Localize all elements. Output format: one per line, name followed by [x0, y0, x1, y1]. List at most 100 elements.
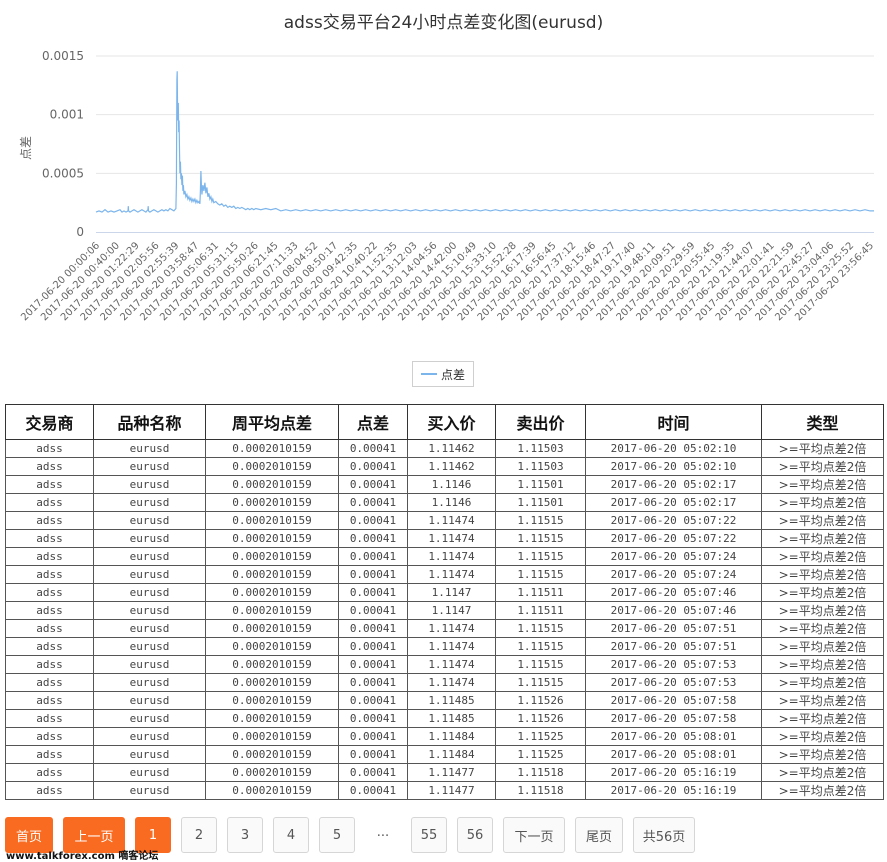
table-body: adss eurusd 0.0002010159 0.00041 1.11462 1.11… — [5, 439, 884, 800]
table-cell: adss — [5, 511, 94, 530]
table-row: adss eurusd 0.0002010159 0.00041 1.11474 1.11… — [5, 619, 884, 638]
table-cell: 2017-06-20 05:07:51 — [585, 637, 762, 656]
table-cell: eurusd — [93, 511, 206, 530]
table-cell: eurusd — [93, 673, 206, 692]
table-cell: 2017-06-20 05:07:46 — [585, 601, 762, 620]
column-header: 买入价 — [407, 404, 496, 440]
chart-legend[interactable]: 点差 — [412, 361, 474, 387]
table-cell: 1.11515 — [495, 673, 586, 692]
table-cell: eurusd — [93, 709, 206, 728]
table-cell: >=平均点差2倍 — [761, 493, 884, 512]
page-5-button[interactable]: 5 — [319, 817, 355, 853]
page-2-button[interactable]: 2 — [181, 817, 217, 853]
table-cell: 0.00041 — [338, 745, 408, 764]
column-header: 点差 — [338, 404, 408, 440]
table-cell: 0.00041 — [338, 781, 408, 800]
legend-swatch — [420, 373, 437, 375]
table-cell: 0.00041 — [338, 619, 408, 638]
series-line-spread — [95, 71, 874, 213]
table-cell: 0.00041 — [338, 583, 408, 602]
site-watermark: www.talkforex.com 嘀客论坛 — [6, 851, 159, 862]
table-cell: adss — [5, 727, 94, 746]
table-cell: 0.0002010159 — [205, 727, 339, 746]
table-cell: adss — [5, 475, 94, 494]
page-4-button[interactable]: 4 — [273, 817, 309, 853]
table-cell: 0.0002010159 — [205, 691, 339, 710]
table-cell: 0.0002010159 — [205, 493, 339, 512]
chart-title: adss交易平台24小时点差变化图(eurusd) — [284, 13, 603, 33]
table-cell: 0.0002010159 — [205, 583, 339, 602]
y-tick-label: 0.0015 — [42, 49, 84, 63]
table-cell: 1.11526 — [495, 691, 586, 710]
table-cell: 1.11485 — [407, 709, 496, 728]
table-cell: 0.00041 — [338, 475, 408, 494]
table-cell: 1.11474 — [407, 673, 496, 692]
column-header: 交易商 — [5, 404, 94, 440]
table-row: adss eurusd 0.0002010159 0.00041 1.11477 1.11… — [5, 781, 884, 800]
table-cell: 2017-06-20 05:08:01 — [585, 745, 762, 764]
table-cell: 2017-06-20 05:07:51 — [585, 619, 762, 638]
table-cell: 0.00041 — [338, 457, 408, 476]
table-cell: >=平均点差2倍 — [761, 709, 884, 728]
table-cell: adss — [5, 457, 94, 476]
table-cell: adss — [5, 493, 94, 512]
table-cell: 0.0002010159 — [205, 475, 339, 494]
table-cell: 1.11462 — [407, 439, 496, 458]
table-cell: eurusd — [93, 655, 206, 674]
table-cell: 1.11515 — [495, 565, 586, 584]
table-cell: 1.11518 — [495, 763, 586, 782]
table-cell: 1.11515 — [495, 511, 586, 530]
table-row: adss eurusd 0.0002010159 0.00041 1.11484 1.11… — [5, 727, 884, 746]
table-cell: 2017-06-20 05:07:24 — [585, 565, 762, 584]
table-cell: >=平均点差2倍 — [761, 745, 884, 764]
table-cell: eurusd — [93, 547, 206, 566]
table-cell: 0.00041 — [338, 493, 408, 512]
table-cell: >=平均点差2倍 — [761, 727, 884, 746]
table-cell: 2017-06-20 05:02:17 — [585, 475, 762, 494]
table-cell: 0.0002010159 — [205, 547, 339, 566]
table-cell: 1.11474 — [407, 655, 496, 674]
page-3-button[interactable]: 3 — [227, 817, 263, 853]
y-axis-label: 点差 — [19, 136, 33, 160]
table-cell: 1.11511 — [495, 583, 586, 602]
table-cell: eurusd — [93, 781, 206, 800]
table-cell: 2017-06-20 05:07:22 — [585, 529, 762, 548]
table-cell: adss — [5, 547, 94, 566]
table-cell: 0.00041 — [338, 727, 408, 746]
table-cell: 1.11511 — [495, 601, 586, 620]
table-cell: 1.11462 — [407, 457, 496, 476]
table-cell: adss — [5, 565, 94, 584]
column-header: 类型 — [761, 404, 884, 440]
page-55-button[interactable]: 55 — [411, 817, 447, 853]
table-cell: adss — [5, 439, 94, 458]
table-cell: adss — [5, 709, 94, 728]
table-header-row: 交易商 品种名称 周平均点差 点差 买入价 卖出价 时间 类型 — [5, 404, 884, 440]
table-cell: 0.0002010159 — [205, 529, 339, 548]
table-cell: 2017-06-20 05:07:22 — [585, 511, 762, 530]
legend-label: 点差 — [440, 367, 465, 382]
table-row: adss eurusd 0.0002010159 0.00041 1.11477 1.11… — [5, 763, 884, 782]
last-page-button[interactable]: 尾页 — [575, 817, 623, 853]
table-cell: adss — [5, 601, 94, 620]
y-tick-label: 0.001 — [50, 108, 84, 122]
table-row: adss eurusd 0.0002010159 0.00041 1.11474 1.11… — [5, 637, 884, 656]
total-pages-button[interactable]: 共56页 — [633, 817, 695, 853]
table-cell: 1.11474 — [407, 619, 496, 638]
table-row: adss eurusd 0.0002010159 0.00041 1.1147 1.115… — [5, 601, 884, 620]
table-row: adss eurusd 0.0002010159 0.00041 1.11474 1.11… — [5, 511, 884, 530]
table-cell: 1.11515 — [495, 547, 586, 566]
table-cell: eurusd — [93, 601, 206, 620]
table-cell: 0.0002010159 — [205, 763, 339, 782]
table-cell: >=平均点差2倍 — [761, 781, 884, 800]
page-56-button[interactable]: 56 — [457, 817, 493, 853]
table-row: adss eurusd 0.0002010159 0.00041 1.11474 1.11… — [5, 655, 884, 674]
table-cell: eurusd — [93, 565, 206, 584]
table-cell: 1.11515 — [495, 619, 586, 638]
table-cell: adss — [5, 781, 94, 800]
table-cell: 1.11485 — [407, 691, 496, 710]
table-cell: 0.00041 — [338, 709, 408, 728]
table-cell: 1.11501 — [495, 475, 586, 494]
table-cell: >=平均点差2倍 — [761, 637, 884, 656]
next-page-button[interactable]: 下一页 — [503, 817, 565, 853]
table-cell: adss — [5, 637, 94, 656]
